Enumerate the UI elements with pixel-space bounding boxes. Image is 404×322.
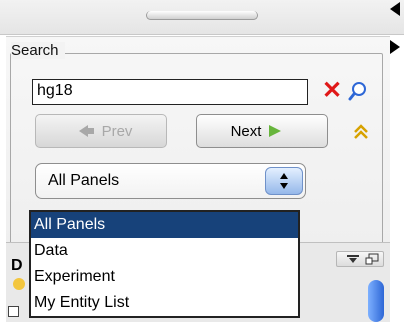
clear-search-icon[interactable]: ✕ [321, 79, 343, 103]
prev-arrow-icon [76, 123, 96, 139]
search-input[interactable]: hg18 [32, 79, 308, 105]
collapse-right-arrow-icon[interactable] [390, 2, 400, 16]
dropdown-option-data[interactable]: Data [31, 238, 298, 264]
up-down-chevron-icon [280, 173, 288, 189]
panel-resize-handle[interactable] [146, 11, 258, 20]
prev-button[interactable]: Prev [35, 114, 167, 148]
search-group-label: Search [11, 42, 65, 59]
panel-select-value: All Panels [48, 172, 120, 189]
vertical-scrollbar[interactable] [368, 280, 384, 322]
folder-icon [13, 278, 25, 290]
prev-button-label: Prev [101, 122, 133, 140]
next-button[interactable]: Next [196, 114, 328, 148]
next-arrow-icon [267, 123, 287, 139]
double-chevron-up-icon[interactable] [351, 121, 371, 141]
dropdown-option-my-entity-list[interactable]: My Entity List [31, 290, 298, 316]
bottom-panel-title: D [11, 257, 23, 274]
expand-right-arrow-icon[interactable] [390, 40, 400, 54]
dropdown-option-experiment[interactable]: Experiment [31, 264, 298, 290]
popout-icon[interactable] [365, 253, 379, 265]
search-icon[interactable] [348, 80, 370, 102]
magnifier-icon [348, 82, 366, 101]
panel-toolbar [336, 251, 384, 267]
dropdown-option-all-panels[interactable]: All Panels [31, 212, 298, 238]
tree-checkbox[interactable] [8, 306, 19, 317]
panel-dropdown-list: All Panels Data Experiment My Entity Lis… [29, 210, 300, 318]
collapse-panel-icon[interactable] [345, 254, 361, 264]
select-toggle[interactable] [265, 167, 303, 195]
top-strip [0, 0, 404, 35]
panel-select[interactable]: All Panels [35, 163, 306, 199]
next-button-label: Next [230, 122, 262, 140]
